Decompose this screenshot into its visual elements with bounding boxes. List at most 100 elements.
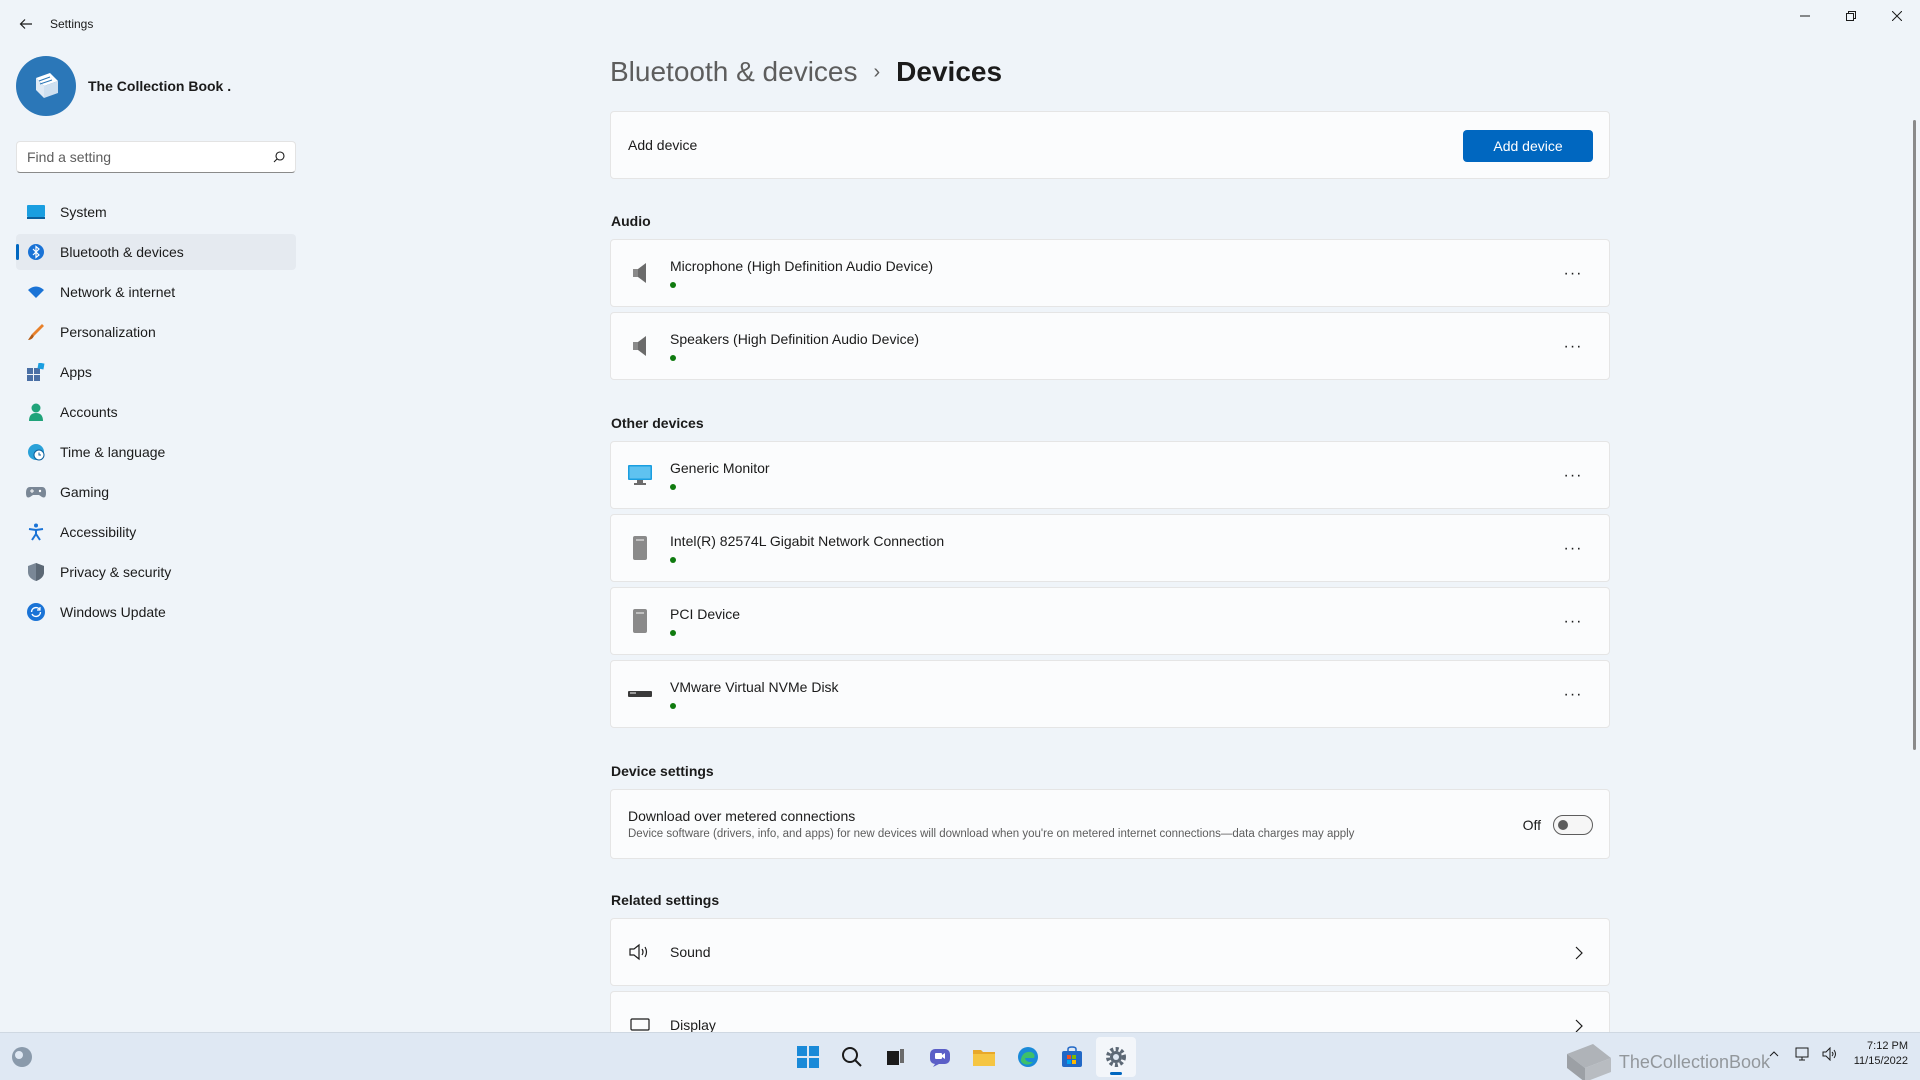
minimize-button[interactable] (1782, 0, 1828, 32)
store-button[interactable] (1052, 1037, 1092, 1077)
sidebar-item-bluetooth-devices[interactable]: Bluetooth & devices (16, 234, 296, 270)
shield-icon (26, 562, 46, 582)
update-icon (26, 602, 46, 622)
wifi-icon (26, 282, 46, 302)
sidebar-item-label: System (60, 204, 107, 220)
search-input[interactable] (27, 149, 273, 165)
restore-icon (1846, 11, 1856, 21)
system-tray: 7:12 PM 11/15/2022 (1756, 1039, 1908, 1069)
speaker-icon (628, 334, 652, 358)
device-row-pci-device[interactable]: PCI Device ··· (610, 587, 1610, 655)
apps-icon (26, 362, 46, 382)
sidebar-item-time-language[interactable]: Time & language (16, 434, 296, 470)
back-arrow-icon (19, 19, 32, 29)
more-options-button[interactable]: ··· (1557, 610, 1589, 634)
monitor-icon (628, 463, 652, 487)
device-row-generic-monitor[interactable]: Generic Monitor ··· (610, 441, 1610, 509)
sidebar-item-label: Bluetooth & devices (60, 244, 184, 260)
book-icon (36, 73, 58, 98)
close-button[interactable] (1874, 0, 1920, 32)
scrollbar-thumb[interactable] (1913, 120, 1916, 750)
sidebar-item-accessibility[interactable]: Accessibility (16, 514, 296, 550)
widgets-icon (12, 1047, 32, 1067)
back-button[interactable] (14, 12, 38, 36)
restore-button[interactable] (1828, 0, 1874, 32)
related-item-label: Display (670, 1017, 716, 1032)
teams-chat-button[interactable] (920, 1037, 960, 1077)
sidebar-item-personalization[interactable]: Personalization (16, 314, 296, 350)
start-button[interactable] (788, 1037, 828, 1077)
connected-status-dot (670, 557, 676, 563)
connected-status-dot (670, 282, 676, 288)
device-name: Speakers (High Definition Audio Device) (670, 331, 920, 347)
device-name: VMware Virtual NVMe Disk (670, 679, 839, 695)
sidebar-item-privacy-security[interactable]: Privacy & security (16, 554, 296, 590)
search-taskbar-button[interactable] (832, 1037, 872, 1077)
metered-connections-setting: Download over metered connections Device… (610, 789, 1610, 859)
file-explorer-button[interactable] (964, 1037, 1004, 1077)
sidebar-item-label: Privacy & security (60, 564, 172, 580)
taskbar-apps (788, 1037, 1136, 1077)
sidebar-item-system[interactable]: System (16, 194, 296, 230)
bluetooth-icon (26, 242, 46, 262)
display-icon (628, 1014, 652, 1032)
system-icon (26, 202, 46, 222)
search-box[interactable] (16, 141, 296, 173)
device-row-network-connection[interactable]: Intel(R) 82574L Gigabit Network Connecti… (610, 514, 1610, 582)
more-options-button[interactable]: ··· (1557, 683, 1589, 707)
sidebar-item-label: Network & internet (60, 284, 176, 300)
watermark: TheCollectionBook (1563, 1040, 1770, 1080)
profile-name: The Collection Book . (88, 78, 232, 94)
device-row-microphone[interactable]: Microphone (High Definition Audio Device… (610, 239, 1610, 307)
sidebar-item-accounts[interactable]: Accounts (16, 394, 296, 430)
related-item-label: Sound (670, 944, 711, 960)
related-settings-section-title: Related settings (611, 892, 720, 908)
more-options-button[interactable]: ··· (1557, 464, 1589, 488)
taskbar-clock[interactable]: 7:12 PM 11/15/2022 (1854, 1039, 1908, 1069)
connected-status-dot (670, 630, 676, 636)
minimize-icon (1800, 15, 1810, 17)
accessibility-icon (26, 522, 46, 542)
avatar (16, 56, 76, 116)
device-name: Microphone (High Definition Audio Device… (670, 258, 934, 274)
device-row-nvme-disk[interactable]: VMware Virtual NVMe Disk ··· (610, 660, 1610, 728)
disk-icon (628, 682, 652, 706)
sidebar-item-label: Apps (60, 364, 92, 380)
device-row-speakers[interactable]: Speakers (High Definition Audio Device) … (610, 312, 1610, 380)
device-name: Generic Monitor (670, 460, 770, 476)
toggle-knob (1558, 820, 1568, 830)
metered-toggle-switch[interactable] (1553, 815, 1593, 835)
settings-taskbar-button[interactable] (1096, 1037, 1136, 1077)
sidebar-item-gaming[interactable]: Gaming (16, 474, 296, 510)
network-icon[interactable] (1792, 1044, 1812, 1064)
gamepad-icon (26, 482, 46, 502)
sidebar-item-apps[interactable]: Apps (16, 354, 296, 390)
breadcrumb-parent-link[interactable]: Bluetooth & devices (610, 56, 858, 88)
related-item-display[interactable]: Display (610, 991, 1610, 1032)
speaker-icon (628, 261, 652, 285)
title-bar: Settings (0, 0, 1920, 48)
edge-browser-button[interactable] (1008, 1037, 1048, 1077)
breadcrumb: Bluetooth & devices › Devices (610, 56, 1002, 88)
more-options-button[interactable]: ··· (1557, 335, 1589, 359)
volume-icon[interactable] (1820, 1044, 1840, 1064)
sidebar-item-network[interactable]: Network & internet (16, 274, 296, 310)
search-icon (273, 151, 285, 163)
close-icon (1892, 11, 1902, 21)
widgets-button[interactable] (10, 1045, 34, 1069)
related-item-sound[interactable]: Sound (610, 918, 1610, 986)
gear-icon (1106, 1047, 1126, 1067)
connected-status-dot (670, 355, 676, 361)
user-profile[interactable]: The Collection Book . (16, 56, 231, 116)
more-options-button[interactable]: ··· (1557, 262, 1589, 286)
sidebar-item-windows-update[interactable]: Windows Update (16, 594, 296, 630)
chevron-right-icon (1571, 1016, 1587, 1032)
sidebar-item-label: Windows Update (60, 604, 166, 620)
add-device-label: Add device (628, 137, 698, 153)
tower-icon (628, 609, 652, 633)
book-watermark-icon (1566, 1044, 1611, 1080)
task-view-button[interactable] (876, 1037, 916, 1077)
add-device-button[interactable]: Add device (1463, 130, 1593, 162)
sidebar-item-label: Time & language (60, 444, 166, 460)
more-options-button[interactable]: ··· (1557, 537, 1589, 561)
